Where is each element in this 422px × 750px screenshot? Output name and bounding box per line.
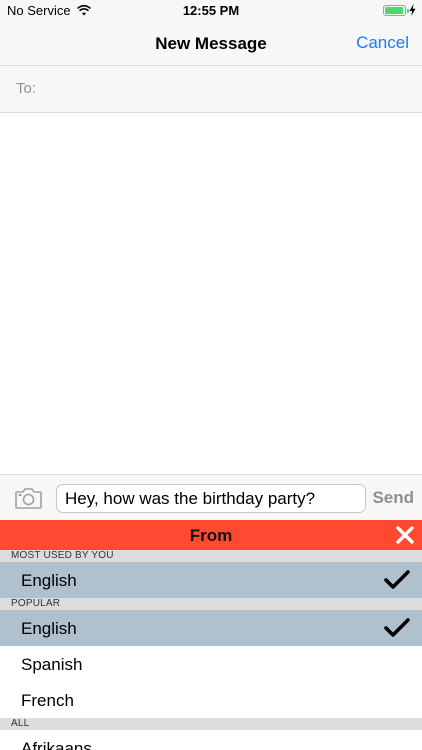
checkmark-icon: [384, 570, 410, 589]
language-row-spanish[interactable]: Spanish: [0, 646, 422, 682]
status-bar: No Service 12:55 PM: [0, 0, 422, 22]
cancel-button[interactable]: Cancel: [356, 33, 409, 53]
status-right: [383, 4, 416, 16]
language-row-french[interactable]: French: [0, 682, 422, 718]
checkmark-icon: [384, 618, 410, 637]
language-label: French: [21, 691, 74, 710]
section-header-most-used: MOST USED BY YOU: [0, 550, 422, 562]
language-row-afrikaans[interactable]: Afrikaans: [0, 730, 422, 750]
language-row-english-popular[interactable]: English: [0, 610, 422, 646]
translator-title: From: [189, 526, 233, 545]
language-label: Spanish: [21, 655, 83, 674]
nav-bar: New Message Cancel: [0, 22, 422, 66]
send-button[interactable]: Send: [372, 488, 414, 508]
section-header-all: ALL: [0, 718, 422, 730]
camera-icon[interactable]: [15, 487, 42, 509]
status-time: 12:55 PM: [182, 3, 240, 18]
compose-bar: Send: [0, 474, 422, 520]
message-thread-area: [0, 113, 422, 474]
message-input[interactable]: [56, 484, 366, 513]
language-list: MOST USED BY YOU English POPULAR English…: [0, 550, 422, 750]
close-icon[interactable]: [394, 524, 416, 546]
battery-icon: [383, 4, 409, 16]
language-label: Afrikaans: [21, 739, 92, 750]
screen: No Service 12:55 PM New Message Cancel T…: [0, 0, 422, 750]
language-label: English: [21, 571, 77, 590]
to-label: To:: [16, 80, 37, 97]
language-label: English: [21, 619, 77, 638]
language-row-english-most-used[interactable]: English: [0, 562, 422, 598]
to-field[interactable]: To:: [0, 66, 422, 113]
bolt-icon: [409, 4, 416, 16]
section-header-popular: POPULAR: [0, 598, 422, 610]
translator-header: From: [0, 520, 422, 550]
